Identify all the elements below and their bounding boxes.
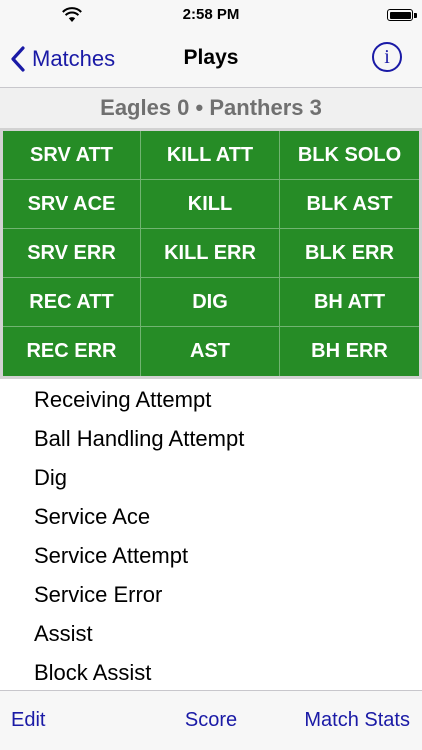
play-list-item[interactable]: Receiving Attempt (0, 380, 422, 419)
match-stats-button[interactable]: Match Stats (304, 709, 410, 732)
score-display: Eagles 0 • Panthers 3 (0, 88, 422, 128)
info-icon[interactable]: i (372, 42, 402, 72)
stat-button-bh-err[interactable]: BH ERR (280, 327, 419, 376)
play-list-item[interactable]: Assist (0, 614, 422, 653)
play-list-item[interactable]: Block Assist (0, 653, 422, 692)
bottom-toolbar: Edit Score Match Stats (0, 690, 422, 750)
battery-icon (387, 9, 413, 21)
battery-tip (414, 13, 417, 18)
stat-grid-frame: SRV ATT KILL ATT BLK SOLO SRV ACE KILL B… (0, 128, 422, 379)
page-title: Plays (183, 46, 239, 69)
play-list-item[interactable]: Service Error (0, 575, 422, 614)
play-list-item[interactable]: Dig (0, 458, 422, 497)
stat-button-rec-att[interactable]: REC ATT (3, 278, 141, 327)
stat-button-ast[interactable]: AST (141, 327, 280, 376)
stat-grid: SRV ATT KILL ATT BLK SOLO SRV ACE KILL B… (3, 131, 419, 376)
play-list-item[interactable]: Ball Handling Attempt (0, 419, 422, 458)
plays-list: Receiving Attempt Ball Handling Attempt … (0, 380, 422, 690)
play-list-item[interactable]: Service Attempt (0, 536, 422, 575)
nav-bar: Matches Plays i (0, 32, 422, 88)
play-list-item[interactable]: Service Ace (0, 497, 422, 536)
stat-button-kill[interactable]: KILL (141, 180, 280, 229)
stat-button-srv-att[interactable]: SRV ATT (3, 131, 141, 180)
stat-button-blk-err[interactable]: BLK ERR (280, 229, 419, 278)
stat-button-rec-err[interactable]: REC ERR (3, 327, 141, 376)
status-bar: 2:58 PM (0, 0, 422, 32)
stat-button-dig[interactable]: DIG (141, 278, 280, 327)
stat-button-bh-att[interactable]: BH ATT (280, 278, 419, 327)
status-time: 2:58 PM (182, 6, 240, 23)
stat-button-kill-err[interactable]: KILL ERR (141, 229, 280, 278)
stat-button-blk-solo[interactable]: BLK SOLO (280, 131, 419, 180)
stat-button-blk-ast[interactable]: BLK AST (280, 180, 419, 229)
stat-button-kill-att[interactable]: KILL ATT (141, 131, 280, 180)
stat-button-srv-ace[interactable]: SRV ACE (3, 180, 141, 229)
stat-button-srv-err[interactable]: SRV ERR (3, 229, 141, 278)
